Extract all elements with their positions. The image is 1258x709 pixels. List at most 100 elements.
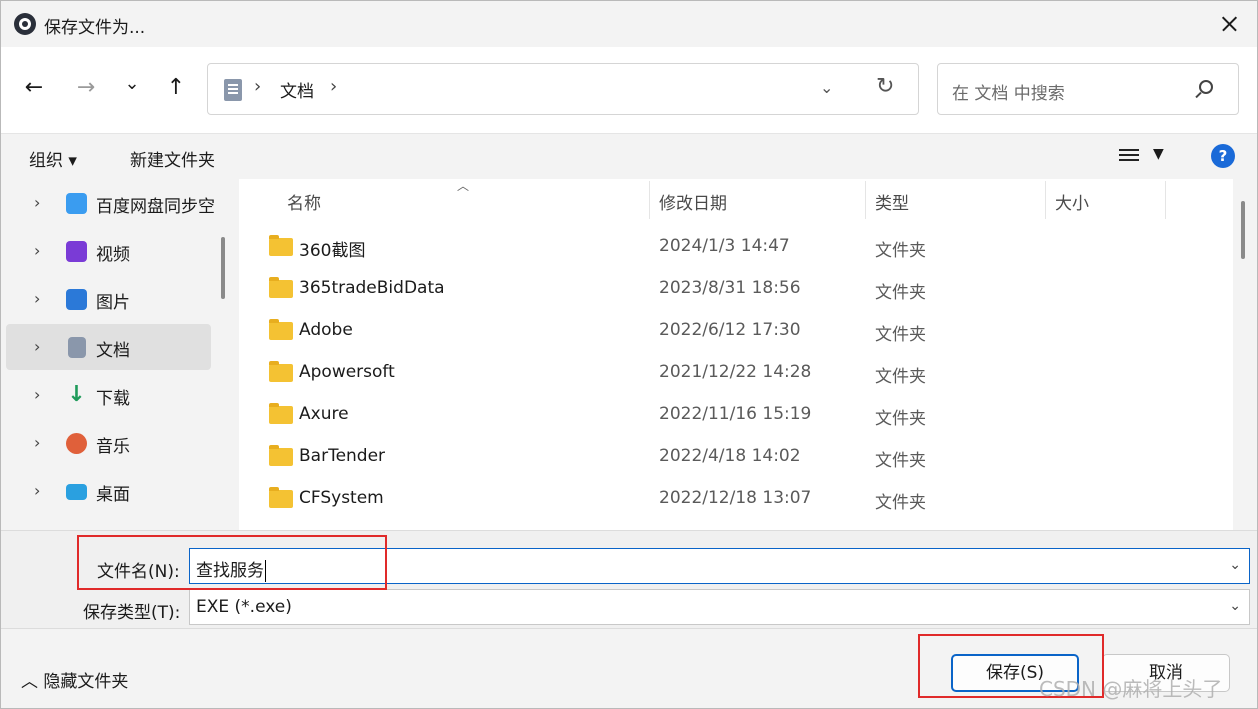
search-placeholder: 在 文档 中搜索 [952,84,1065,104]
sidebar-item-label: 桌面 [96,485,130,505]
filetype-select[interactable]: EXE (*.exe) ⌄ [189,589,1250,625]
file-date: 2024/1/3 14:47 [659,236,790,256]
file-date: 2022/12/18 13:07 [659,488,812,508]
column-header-name[interactable]: 名称 [287,189,321,214]
file-name: Axure [299,404,349,424]
column-divider[interactable] [649,181,650,219]
file-type: 文件夹 [875,283,926,303]
file-date: 2022/4/18 14:02 [659,446,801,466]
file-row[interactable]: Apowersoft 2021/12/22 14:28 文件夹 [239,353,1233,395]
forward-arrow-icon[interactable]: → [69,73,103,103]
new-folder-button[interactable]: 新建文件夹 [130,146,215,171]
expand-chevron-icon[interactable]: › [34,241,40,260]
desktop-icon [66,484,87,500]
file-name: BarTender [299,446,386,466]
expand-chevron-icon[interactable]: › [34,193,40,212]
sidebar-item-label: 百度网盘同步空 [96,197,215,217]
file-type: 文件夹 [875,409,926,429]
sidebar-item-label: 下载 [96,389,130,409]
file-name: 360截图 [299,241,366,261]
folder-icon [269,403,293,424]
column-divider[interactable] [1165,181,1166,219]
file-date: 2022/11/16 15:19 [659,404,812,424]
sort-ascending-icon: ︿ [457,179,470,193]
video-icon [66,241,87,262]
column-header-type[interactable]: 类型 [875,189,909,214]
sidebar-item-music[interactable]: › 音乐 [6,420,211,466]
file-type: 文件夹 [875,325,926,345]
help-icon[interactable]: ? [1211,144,1235,168]
file-row[interactable]: Axure 2022/11/16 15:19 文件夹 [239,395,1233,437]
column-divider[interactable] [865,181,866,219]
title-bar: 保存文件为... [1,1,1257,47]
folder-icon [269,361,293,382]
file-type: 文件夹 [875,493,926,513]
file-name: 365tradeBidData [299,278,445,298]
file-date: 2021/12/22 14:28 [659,362,812,382]
hide-folders-label: 隐藏文件夹 [43,672,129,692]
documents-icon [224,79,242,101]
sidebar-item-label: 音乐 [96,437,130,457]
breadcrumb-chevron-icon[interactable]: › [254,76,261,97]
close-button[interactable] [1209,7,1249,41]
file-list: ︿ 名称 修改日期 类型 大小 360截图 2024/1/3 14:47 文件夹… [239,179,1233,530]
file-row[interactable]: CFSystem 2022/12/18 13:07 文件夹 [239,479,1233,521]
sidebar-item-downloads[interactable]: › ↓ 下载 [6,372,211,418]
chevron-down-icon[interactable]: ⌄ [1229,598,1241,614]
sidebar-item-documents[interactable]: › 文档 [6,324,211,370]
navigation-bar: ← → ⌄ ↑ › 文档 › ⌄ ↻ 在 文档 中搜索 [1,47,1257,133]
file-type: 文件夹 [875,451,926,471]
column-header-date[interactable]: 修改日期 [659,189,727,214]
column-header-size[interactable]: 大小 [1055,189,1089,214]
view-options-dropdown-icon[interactable]: ▼ [1153,146,1164,162]
music-icon [66,433,87,454]
sidebar-scrollbar[interactable] [221,237,225,299]
column-divider[interactable] [1045,181,1046,219]
sidebar-item-desktop[interactable]: › 桌面 [6,468,211,514]
folder-icon [269,277,293,298]
sidebar-item-baidu-netdisk[interactable]: › 百度网盘同步空 [6,180,215,226]
refresh-icon[interactable]: ↻ [876,74,894,99]
pictures-icon [66,289,87,310]
navigation-pane: › 百度网盘同步空 › 视频 › 图片 › 文档 › ↓ 下载 › 音乐 › 桌… [1,179,233,530]
recent-locations-chevron-icon[interactable]: ⌄ [115,69,149,99]
file-type: 文件夹 [875,367,926,387]
file-row[interactable]: BarTender 2022/4/18 14:02 文件夹 [239,437,1233,479]
back-arrow-icon[interactable]: ← [17,73,51,103]
hide-folders-toggle[interactable]: ︿ 隐藏文件夹 [21,667,128,692]
search-input[interactable]: 在 文档 中搜索 [937,63,1239,115]
breadcrumb-documents[interactable]: 文档 [280,77,314,102]
file-name: CFSystem [299,488,384,508]
annotation-box-filename [77,535,387,590]
file-list-scrollbar[interactable] [1241,201,1245,259]
search-icon[interactable] [1199,80,1213,94]
file-type: 文件夹 [875,241,926,261]
expand-chevron-icon[interactable]: › [34,337,40,356]
file-date: 2023/8/31 18:56 [659,278,801,298]
sidebar-item-label: 图片 [96,293,130,313]
sidebar-item-label: 文档 [96,341,130,361]
documents-icon [68,337,86,358]
expand-chevron-icon[interactable]: › [34,481,40,500]
sidebar-item-pictures[interactable]: › 图片 [6,276,211,322]
command-bar: 组织 ▾ 新建文件夹 ▼ ? [1,133,1257,179]
organize-menu-button[interactable]: 组织 ▾ [29,146,77,171]
expand-chevron-icon[interactable]: › [34,289,40,308]
sidebar-item-video[interactable]: › 视频 [6,228,211,274]
app-gear-icon [14,13,36,35]
file-name: Adobe [299,320,353,340]
chevron-down-icon[interactable]: ⌄ [1229,557,1241,573]
up-arrow-icon[interactable]: ↑ [159,73,193,103]
expand-chevron-icon[interactable]: › [34,385,40,404]
view-list-icon[interactable] [1119,149,1139,163]
breadcrumb-chevron-icon[interactable]: › [330,76,337,97]
file-row[interactable]: 360截图 2024/1/3 14:47 文件夹 [239,227,1233,269]
chevron-down-icon[interactable]: ⌄ [820,78,833,97]
file-name: Apowersoft [299,362,395,382]
file-row[interactable]: 365tradeBidData 2023/8/31 18:56 文件夹 [239,269,1233,311]
folder-icon [269,319,293,340]
address-bar[interactable]: › 文档 › ⌄ ↻ [207,63,919,115]
expand-chevron-icon[interactable]: › [34,433,40,452]
folder-icon [269,235,293,256]
file-row[interactable]: Adobe 2022/6/12 17:30 文件夹 [239,311,1233,353]
